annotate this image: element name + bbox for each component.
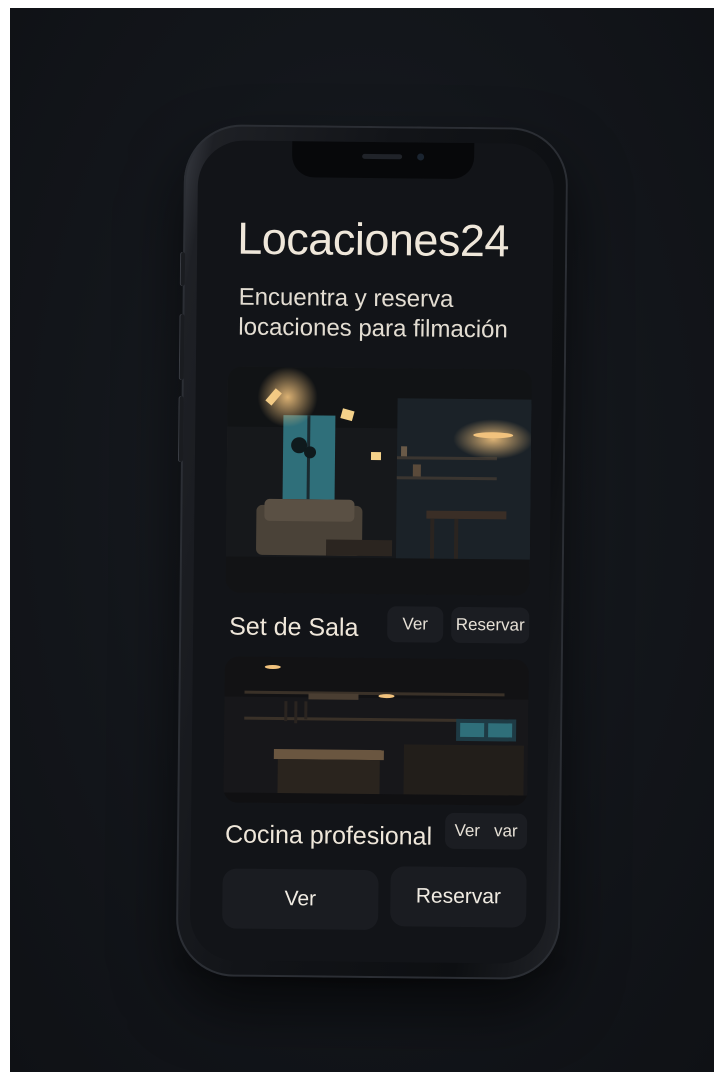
- bottom-view-button[interactable]: Ver: [222, 868, 379, 931]
- kitchen-illustration: [223, 656, 529, 806]
- phone-screen: Locaciones24 Encuentra y reserva locacio…: [189, 140, 555, 964]
- living-room-illustration: [225, 366, 532, 596]
- front-camera: [417, 153, 425, 161]
- living-room-set-image[interactable]: [225, 366, 532, 596]
- app-title: Locaciones24: [237, 212, 510, 267]
- book-button-living-room[interactable]: Reservar: [451, 606, 530, 644]
- view-button-kitchen[interactable]: Ver: [454, 821, 480, 841]
- volume-up-button: [178, 313, 185, 381]
- kitchen-image[interactable]: [223, 656, 529, 806]
- view-button-living-room[interactable]: Ver: [387, 606, 444, 643]
- location-name-living-room[interactable]: Set de Sala: [229, 613, 359, 643]
- scene-background: Locaciones24 Encuentra y reserva locacio…: [10, 8, 714, 1072]
- phone-mockup: Locaciones24 Encuentra y reserva locacio…: [175, 124, 569, 980]
- volume-down-button: [177, 395, 184, 463]
- speaker-grille: [362, 153, 403, 160]
- notch: [291, 141, 475, 180]
- location-name-kitchen[interactable]: Cocina profesional: [225, 820, 432, 851]
- mute-switch: [179, 251, 186, 287]
- view-book-buttons-kitchen[interactable]: Ver var: [444, 812, 528, 850]
- bottom-book-button[interactable]: Reservar: [390, 866, 527, 928]
- book-button-kitchen[interactable]: var: [494, 821, 518, 841]
- app-subtitle: Encuentra y reserva locaciones para film…: [238, 283, 508, 344]
